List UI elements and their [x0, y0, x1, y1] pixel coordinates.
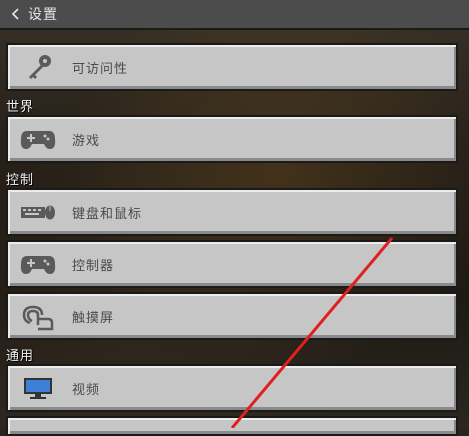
touchscreen-label: 触摸屏: [72, 310, 115, 326]
accessibility-label: 可访问性: [72, 61, 129, 77]
game-button[interactable]: 游戏: [6, 115, 458, 163]
touchscreen-button[interactable]: 触摸屏: [6, 292, 458, 340]
accessibility-button[interactable]: 可访问性: [6, 43, 458, 91]
key-icon: [18, 52, 58, 82]
controller-label: 控制器: [72, 258, 115, 274]
next-setting-button-partial[interactable]: [6, 416, 458, 436]
page-title: 设置: [28, 7, 58, 23]
game-label: 游戏: [72, 133, 101, 149]
keyboard-mouse-label: 键盘和鼠标: [72, 206, 143, 222]
gamepad-icon: [18, 124, 58, 154]
keyboard-icon: [18, 197, 58, 227]
video-label: 视频: [72, 382, 101, 398]
header-bar: 设置: [0, 0, 469, 30]
chevron-left-icon[interactable]: [8, 6, 24, 22]
touch-icon: [18, 301, 58, 331]
section-general: 通用: [6, 349, 35, 364]
monitor-icon: [18, 373, 58, 403]
section-controls: 控制: [6, 173, 35, 188]
keyboard-mouse-button[interactable]: 键盘和鼠标: [6, 188, 458, 236]
controller-button[interactable]: 控制器: [6, 240, 458, 288]
section-world: 世界: [6, 100, 35, 115]
gamepad-icon: [18, 249, 58, 279]
video-button[interactable]: 视频: [6, 364, 458, 412]
